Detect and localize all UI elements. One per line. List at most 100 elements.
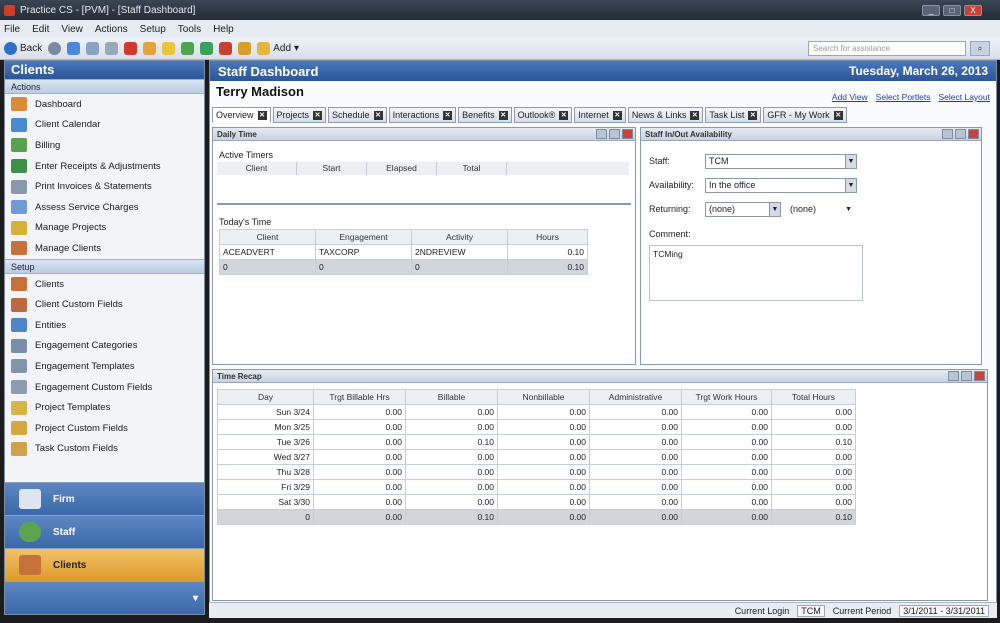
nav-more-button[interactable]: ▾ (5, 581, 204, 614)
close-button[interactable]: X (964, 5, 982, 16)
active-timers-header: Client Start Elapsed Total (217, 162, 629, 175)
close-tab-icon[interactable]: ✕ (257, 110, 267, 120)
staff-select[interactable]: TCM ▼ (705, 153, 857, 169)
availability-panel: Staff In/Out Availability Staff: TCM ▼ Av… (640, 127, 982, 365)
panel-close-icon[interactable] (622, 129, 633, 139)
calendar-icon[interactable] (219, 42, 233, 55)
panel-restore-icon[interactable] (596, 129, 607, 139)
active-timers-grid[interactable] (217, 175, 631, 205)
tab-task-list[interactable]: Task List ✕ (705, 107, 762, 123)
table-row[interactable]: Fri 3/29 0.00 0.00 0.00 0.00 0.00 0.00 (217, 479, 856, 495)
table-row[interactable]: Tue 3/26 0.00 0.10 0.00 0.00 0.00 0.10 (217, 434, 856, 450)
forward-icon[interactable] (48, 42, 62, 55)
tab-gfr-my-work[interactable]: GFR - My Work ✕ (763, 107, 847, 123)
menu-setup[interactable]: Setup (140, 24, 166, 35)
maximize-button[interactable]: □ (943, 5, 961, 16)
close-tab-icon[interactable]: ✕ (833, 110, 843, 120)
tab-projects[interactable]: Projects ✕ (272, 107, 327, 123)
nav-clients-button[interactable]: Clients (5, 548, 204, 581)
table-row[interactable]: Sat 3/30 0.00 0.00 0.00 0.00 0.00 0.00 (217, 494, 856, 510)
nav-firm-button[interactable]: Firm (5, 482, 204, 515)
todays-time-table: Client Engagement Activity Hours ACEADVE… (219, 229, 588, 275)
nav-item-dashboard[interactable]: Dashboard (5, 94, 204, 115)
menu-edit[interactable]: Edit (32, 24, 49, 35)
nav-item-setup-clients[interactable]: Clients (5, 274, 204, 295)
nav-item-assess-service-charges[interactable]: Assess Service Charges (5, 197, 204, 218)
entities-icon (11, 318, 27, 333)
search-input[interactable]: Search for assistance (808, 41, 966, 56)
comment-field[interactable]: TCMing (649, 245, 863, 301)
availability-select[interactable]: In the office ▼ (705, 177, 857, 193)
tools-icon[interactable] (143, 42, 157, 55)
nav-item-manage-projects[interactable]: Manage Projects (5, 218, 204, 239)
close-tab-icon[interactable]: ✕ (443, 110, 453, 120)
table-row[interactable]: Thu 3/28 0.00 0.00 0.00 0.00 0.00 0.00 (217, 464, 856, 480)
current-period-label: Current Period (832, 605, 892, 616)
nav-staff-button[interactable]: Staff (5, 515, 204, 548)
nav-item-client-custom-fields[interactable]: Client Custom Fields (5, 294, 204, 315)
menu-view[interactable]: View (61, 24, 83, 35)
pointer-icon[interactable] (124, 42, 138, 55)
tab-interactions[interactable]: Interactions ✕ (388, 107, 457, 123)
star-icon[interactable] (162, 42, 176, 55)
menu-actions[interactable]: Actions (95, 24, 128, 35)
tab-benefits[interactable]: Benefits ✕ (458, 107, 512, 123)
panel-maximize-icon[interactable] (961, 371, 972, 381)
nav-item-client-calendar[interactable]: Client Calendar (5, 115, 204, 136)
window-controls: _ □ X (922, 5, 982, 16)
table-row[interactable]: Mon 3/25 0.00 0.00 0.00 0.00 0.00 0.00 (217, 419, 856, 435)
tab-news-links[interactable]: News & Links ✕ (627, 107, 704, 123)
menu-file[interactable]: File (4, 24, 20, 35)
nav-item-engagement-templates[interactable]: Engagement Templates (5, 356, 204, 377)
nav-item-enter-receipts[interactable]: Enter Receipts & Adjustments (5, 156, 204, 177)
menu-help[interactable]: Help (213, 24, 234, 35)
minimize-button[interactable]: _ (922, 5, 940, 16)
panel-maximize-icon[interactable] (609, 129, 620, 139)
panel-maximize-icon[interactable] (955, 129, 966, 139)
panel-close-icon[interactable] (968, 129, 979, 139)
nav-item-billing[interactable]: Billing (5, 135, 204, 156)
folder-icon[interactable] (238, 42, 252, 55)
flag-icon[interactable] (181, 42, 195, 55)
table-row[interactable]: ACEADVERT TAXCORP 2NDREVIEW 0.10 (219, 244, 588, 260)
refresh-icon[interactable] (67, 42, 81, 55)
panel-restore-icon[interactable] (942, 129, 953, 139)
returning-date-select[interactable]: (none) ▼ (705, 201, 781, 217)
select-portlets-link[interactable]: Select Portlets (876, 92, 931, 102)
nav-item-manage-clients[interactable]: Manage Clients (5, 238, 204, 259)
close-tab-icon[interactable]: ✕ (690, 110, 700, 120)
nav-item-task-custom-fields[interactable]: Task Custom Fields (5, 439, 204, 460)
close-tab-icon[interactable]: ✕ (313, 110, 323, 120)
nav-item-project-templates[interactable]: Project Templates (5, 397, 204, 418)
search-icon[interactable]: ⌕ (970, 41, 990, 56)
sync-icon[interactable] (86, 42, 100, 55)
select-layout-link[interactable]: Select Layout (938, 92, 990, 102)
back-button[interactable]: Back (4, 42, 42, 55)
nav-item-entities[interactable]: Entities (5, 315, 204, 336)
current-date: Tuesday, March 26, 2013 (849, 64, 988, 78)
tab-schedule[interactable]: Schedule ✕ (328, 107, 387, 123)
panel-close-icon[interactable] (974, 371, 985, 381)
close-tab-icon[interactable]: ✕ (559, 110, 569, 120)
nav-item-engagement-custom-fields[interactable]: Engagement Custom Fields (5, 377, 204, 398)
nav-item-print-invoices[interactable]: Print Invoices & Statements (5, 176, 204, 197)
menu-bar: File Edit View Actions Setup Tools Help (0, 20, 1000, 38)
table-row[interactable]: Sun 3/24 0.00 0.00 0.00 0.00 0.00 0.00 (217, 404, 856, 420)
table-row[interactable]: Wed 3/27 0.00 0.00 0.00 0.00 0.00 0.00 (217, 449, 856, 465)
menu-tools[interactable]: Tools (178, 24, 201, 35)
print-icon[interactable] (105, 42, 119, 55)
close-tab-icon[interactable]: ✕ (748, 110, 758, 120)
tab-outlook[interactable]: Outlook® ✕ (513, 107, 573, 123)
nav-item-engagement-categories[interactable]: Engagement Categories (5, 336, 204, 357)
returning-time-select[interactable]: (none) ▼ (786, 201, 856, 217)
panel-restore-icon[interactable] (948, 371, 959, 381)
close-tab-icon[interactable]: ✕ (373, 110, 383, 120)
add-view-link[interactable]: Add View (832, 92, 868, 102)
close-tab-icon[interactable]: ✕ (612, 110, 622, 120)
arrow-up-icon[interactable] (200, 42, 214, 55)
add-button[interactable]: Add ▾ (257, 42, 299, 55)
tab-overview[interactable]: Overview ✕ (212, 107, 271, 123)
close-tab-icon[interactable]: ✕ (498, 110, 508, 120)
nav-item-project-custom-fields[interactable]: Project Custom Fields (5, 418, 204, 439)
tab-internet[interactable]: Internet ✕ (574, 107, 626, 123)
